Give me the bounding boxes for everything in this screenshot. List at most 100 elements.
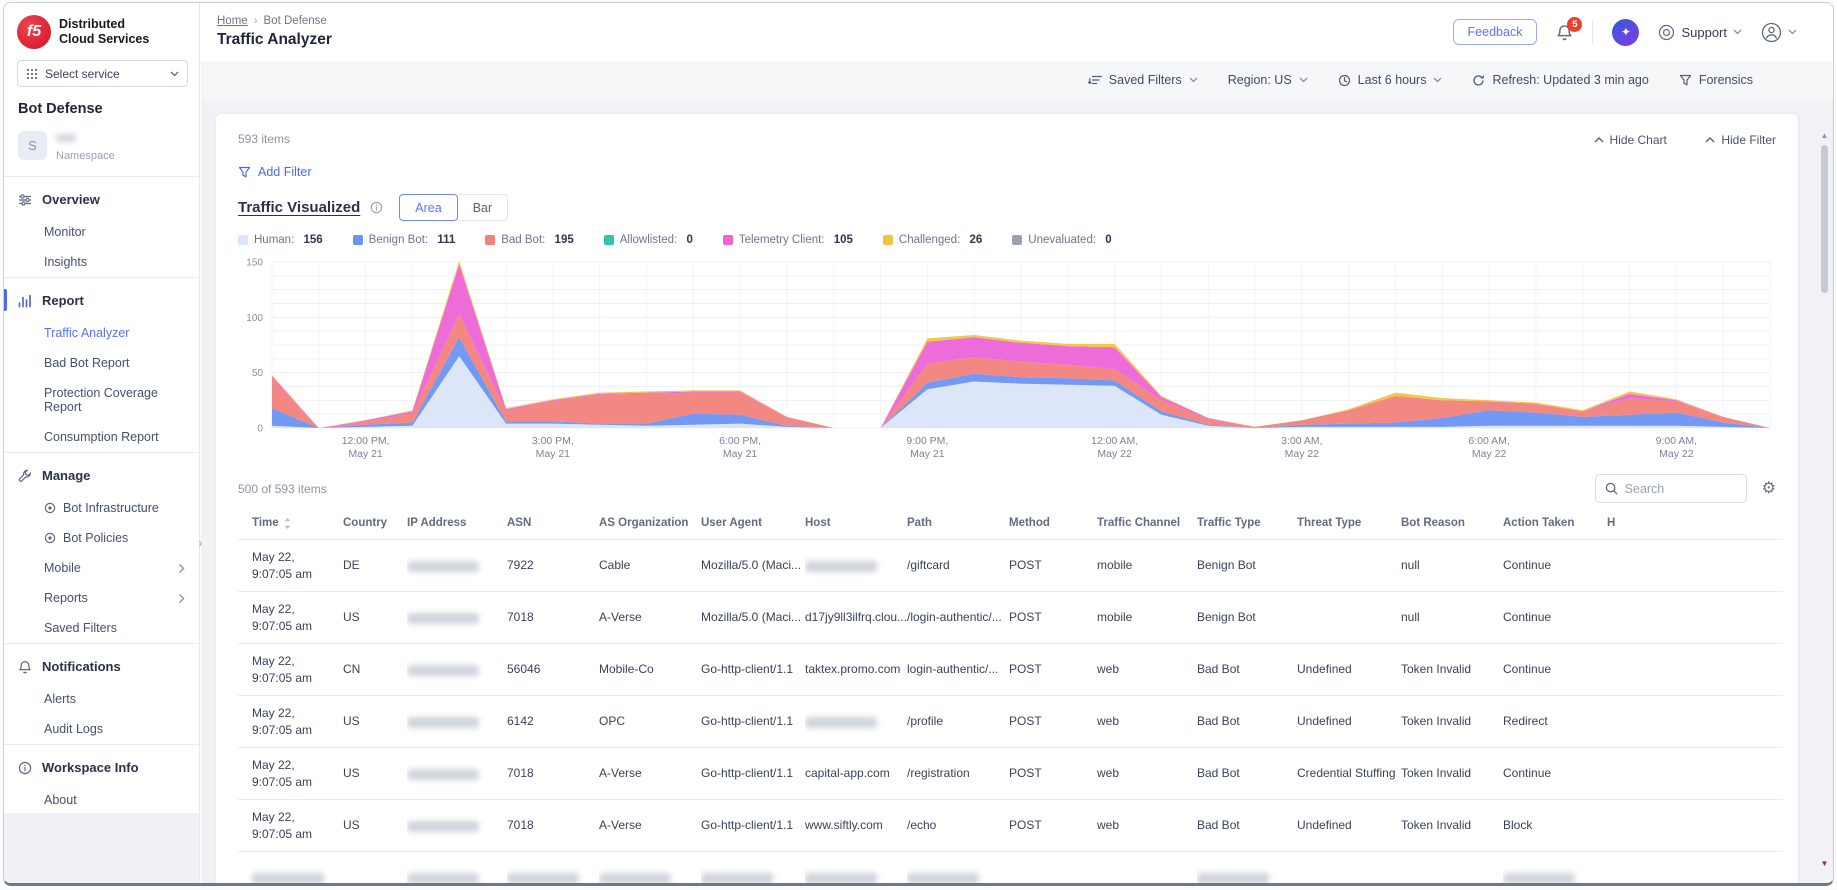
legend-item-human[interactable]: Human: 156 <box>238 234 323 246</box>
hide-chart-button[interactable]: Hide Chart <box>1594 133 1667 147</box>
table-row[interactable]: May 22, 9:07:05 am US 7018 A-Verse Mozilla/5… <box>238 591 1783 644</box>
column-header-action-taken[interactable]: Action Taken <box>1503 507 1607 540</box>
table-cell: web <box>1097 643 1197 696</box>
sidebar-item-bad-bot-report[interactable]: Bad Bot Report <box>4 348 199 378</box>
legend-item-allowlisted[interactable]: Allowlisted: 0 <box>603 234 693 246</box>
legend-item-unevaluated[interactable]: Unevaluated: 0 <box>1012 234 1112 246</box>
table-cell: Undefined <box>1297 695 1401 748</box>
sidebar-item-insights[interactable]: Insights <box>4 247 199 277</box>
cell-redacted <box>407 799 507 852</box>
region-dropdown[interactable]: Region: US <box>1228 73 1308 87</box>
table-cell <box>343 851 407 883</box>
sidebar-item-bot-policies[interactable]: Bot Policies <box>4 523 199 553</box>
column-header-as-organization[interactable]: AS Organization <box>599 507 701 540</box>
sidebar-collapse-toggle[interactable]: › <box>193 531 208 555</box>
namespace-selector[interactable]: S Namespace <box>4 129 199 176</box>
feedback-button[interactable]: Feedback <box>1452 19 1538 45</box>
table-cell: POST <box>1009 799 1097 852</box>
legend-count: 105 <box>833 234 853 246</box>
support-menu[interactable]: Support <box>1658 24 1742 41</box>
forensics-button[interactable]: Forensics <box>1679 73 1753 87</box>
table-cell: mobile <box>1097 539 1197 592</box>
select-service-dropdown[interactable]: Select service <box>17 60 188 87</box>
column-header-asn[interactable]: ASN <box>507 507 599 540</box>
sidebar-section-notifications[interactable]: Notifications <box>4 644 199 684</box>
table-cell: Continue <box>1503 643 1607 696</box>
chevron-down-icon <box>1433 77 1442 83</box>
legend-item-challenged[interactable]: Challenged: 26 <box>882 234 982 246</box>
sidebar-section-manage[interactable]: Manage <box>4 453 199 493</box>
hide-filter-button[interactable]: Hide Filter <box>1705 133 1776 147</box>
column-header-user-agent[interactable]: User Agent <box>701 507 805 540</box>
column-header-path[interactable]: Path <box>907 507 1009 540</box>
scroll-down-arrow[interactable]: ▼ <box>1819 857 1830 869</box>
search-input[interactable] <box>1624 481 1737 496</box>
table-cell: web <box>1097 799 1197 852</box>
table-row[interactable]: May 22, 9:07:05 am US 6142 OPC Go-http-clien… <box>238 695 1783 748</box>
sidebar-item-protection-coverage-report[interactable]: Protection Coverage Report <box>4 378 199 422</box>
legend-swatch <box>882 235 893 245</box>
sidebar-item-bot-infrastructure[interactable]: Bot Infrastructure <box>4 493 199 523</box>
ai-assistant-button[interactable]: ✦ <box>1612 18 1640 46</box>
table-row[interactable] <box>238 851 1783 883</box>
column-header-time[interactable]: Time <box>238 507 343 540</box>
sidebar-item-label: Protection Coverage Report <box>44 386 158 414</box>
table-cell <box>1607 539 1783 592</box>
table-row[interactable]: May 22, 9:07:05 am CN 56046 Mobile-Co Go-htt… <box>238 643 1783 696</box>
sidebar-section-overview[interactable]: Overview <box>4 177 199 217</box>
legend-item-telemetry-client[interactable]: Telemetry Client: 105 <box>722 234 853 246</box>
bar-toggle-button[interactable]: Bar <box>456 194 509 221</box>
add-filter-button[interactable]: Add Filter <box>238 165 312 179</box>
sidebar-item-audit-logs[interactable]: Audit Logs <box>4 714 199 744</box>
chart-title[interactable]: Traffic Visualized <box>238 199 360 216</box>
table-cell: Go-http-client/1.1 <box>701 695 805 748</box>
sidebar-item-alerts[interactable]: Alerts <box>4 684 199 714</box>
sidebar-item-consumption-report[interactable]: Consumption Report <box>4 422 199 452</box>
column-header-host[interactable]: Host <box>805 507 907 540</box>
saved-filters-dropdown[interactable]: Saved Filters <box>1087 73 1198 87</box>
column-header-threat-type[interactable]: Threat Type <box>1297 507 1401 540</box>
column-header-country[interactable]: Country <box>343 507 407 540</box>
info-icon[interactable] <box>370 201 383 214</box>
column-header-h[interactable]: H <box>1607 507 1783 540</box>
column-header-ip-address[interactable]: IP Address <box>407 507 507 540</box>
table-cell: null <box>1401 539 1503 592</box>
vertical-scrollbar[interactable]: ▲ ▼ <box>1819 129 1830 869</box>
table-row[interactable]: May 22, 9:07:05 am US 7018 A-Verse Go-http-c… <box>238 799 1783 852</box>
gear-icon[interactable]: ⚙ <box>1762 480 1776 497</box>
time-range-dropdown[interactable]: Last 6 hours <box>1338 73 1443 87</box>
legend-item-benign-bot[interactable]: Benign Bot: 111 <box>352 234 455 246</box>
sidebar-item-reports[interactable]: Reports <box>4 583 199 613</box>
scroll-up-arrow[interactable]: ▲ <box>1819 129 1830 141</box>
blurred-value <box>1503 872 1575 883</box>
table-header-row: Time Country IP Address ASN AS Organization U… <box>238 507 1783 540</box>
legend-item-bad-bot[interactable]: Bad Bot: 195 <box>485 234 574 246</box>
account-menu[interactable] <box>1761 22 1797 43</box>
table-cell: Credential Stuffing <box>1297 747 1401 800</box>
column-header-bot-reason[interactable]: Bot Reason <box>1401 507 1503 540</box>
items-count: 593 items <box>238 132 291 146</box>
table-cell: POST <box>1009 539 1097 592</box>
sidebar-item-monitor[interactable]: Monitor <box>4 217 199 247</box>
refresh-button[interactable]: Refresh: Updated 3 min ago <box>1472 73 1649 87</box>
scrollbar-thumb[interactable] <box>1821 145 1828 293</box>
table-cell <box>1097 851 1197 883</box>
table-cell <box>1401 851 1503 883</box>
column-header-traffic-channel[interactable]: Traffic Channel <box>1097 507 1197 540</box>
table-row[interactable]: May 22, 9:07:05 am DE 7922 Cable Mozilla/5.0… <box>238 539 1783 592</box>
sidebar-section-workspace-info[interactable]: Workspace Info <box>4 745 199 785</box>
notifications-bell-button[interactable]: 5 <box>1556 16 1583 41</box>
sort-icon[interactable] <box>284 517 291 529</box>
sidebar-item-about[interactable]: About <box>4 785 199 815</box>
sidebar-item-traffic-analyzer[interactable]: Traffic Analyzer <box>4 318 199 348</box>
section-label: Notifications <box>42 659 121 674</box>
sidebar-item-saved-filters[interactable]: Saved Filters <box>4 613 199 643</box>
sidebar-section-report[interactable]: Report <box>4 278 199 318</box>
breadcrumb-home-link[interactable]: Home <box>217 15 248 27</box>
area-toggle-button[interactable]: Area <box>399 194 458 221</box>
sidebar-item-mobile[interactable]: Mobile <box>4 553 199 583</box>
table-row[interactable]: May 22, 9:07:05 am US 7018 A-Verse Go-http-c… <box>238 747 1783 800</box>
column-header-traffic-type[interactable]: Traffic Type <box>1197 507 1297 540</box>
search-box[interactable] <box>1594 474 1747 503</box>
column-header-method[interactable]: Method <box>1009 507 1097 540</box>
